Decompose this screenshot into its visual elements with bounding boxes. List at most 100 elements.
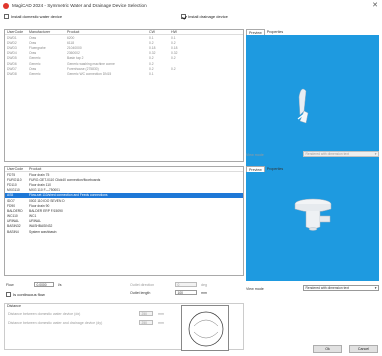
table-cell: Basin tap 2: [67, 56, 84, 61]
distance-dy-input[interactable]: 250: [139, 320, 153, 325]
table-cell: 0.2: [149, 40, 154, 45]
table-cell: IDO7: [7, 198, 15, 203]
table-row[interactable]: DWD8 Generic Generic WC connection DN15 0.1: [5, 71, 243, 76]
flow-label: Flow: [6, 283, 14, 287]
table-cell: DWD3: [7, 45, 17, 50]
table-cell: Oras: [29, 51, 37, 56]
table-cell: MXG110: [7, 188, 20, 193]
list-item[interactable]: BASIN4 System washbasin: [5, 229, 243, 234]
install-drainage-label: Install drainage device: [188, 14, 228, 19]
install-water-label: Install domestic water device: [11, 14, 63, 19]
upper-view-mode-label: View mode: [246, 153, 264, 157]
app-logo-icon: [3, 2, 9, 9]
table-cell: FURO-GET-0110 Click40 connection/floorbo…: [29, 177, 101, 182]
table-cell: 0.32: [149, 51, 156, 56]
install-water-checkbox[interactable]: Install domestic water device: [4, 14, 62, 19]
table-cell: Oras: [29, 35, 37, 40]
distance-dx-label: Distance between domestic water device (…: [8, 312, 81, 316]
table-cell: 0.2: [171, 56, 176, 61]
lower-view-mode-select[interactable]: Rendered with dimension text: [303, 285, 379, 291]
table-cell: URINAL: [7, 219, 20, 224]
table-cell: 0.2: [149, 56, 154, 61]
close-icon[interactable]: ✕: [372, 1, 378, 9]
table-cell: BALDERD: [7, 208, 23, 213]
distance-dx-input[interactable]: 250: [139, 311, 153, 316]
lower-3d-viewport[interactable]: [246, 172, 379, 281]
table-cell: DWD5: [7, 56, 17, 61]
col-cw[interactable]: CW: [147, 30, 169, 34]
distance-dy-unit: mm: [158, 321, 164, 325]
domestic-water-device-list[interactable]: UserCode Manufacturer Product CW HW DWD1…: [4, 29, 244, 162]
table-cell: DWD1: [7, 35, 17, 40]
table-cell: Generic: [29, 71, 41, 76]
table-cell: 6200: [67, 35, 75, 40]
col-product-lower[interactable]: Product: [27, 167, 177, 171]
distance-dy-label: Distance between domestic water and drai…: [8, 321, 103, 325]
drainage-device-list[interactable]: UserCode Product FD75 Floor drain 75 FURO1…: [4, 166, 244, 276]
table-cell: BALDER ERP F/15090: [29, 208, 63, 213]
lower-view-mode-label: View mode: [246, 287, 264, 291]
table-cell: 0.18: [149, 45, 156, 50]
table-cell: WASHBASIN32: [29, 224, 53, 229]
col-manufacturer[interactable]: Manufacturer: [27, 30, 65, 34]
table-cell: 0.1: [171, 35, 176, 40]
table-cell: WC1: [29, 214, 37, 219]
upper-view-mode-select[interactable]: Rendered with dimension text: [303, 151, 379, 157]
flow-input[interactable]: 0.0000: [34, 282, 54, 287]
outlet-direction-label: Outlet direction: [130, 283, 155, 287]
table-cell: FD110: [7, 182, 17, 187]
outlet-length-input[interactable]: 100: [175, 290, 197, 295]
ok-button[interactable]: Ok: [313, 345, 342, 353]
table-cell: DWD6: [7, 61, 17, 66]
col-hw[interactable]: HW: [169, 30, 189, 34]
continuous-flow-check-box[interactable]: [6, 292, 11, 297]
table-cell: 0.2: [149, 61, 154, 66]
lower-preview-panel: Preview Properties: [246, 166, 379, 281]
table-cell: URINAL: [29, 219, 42, 224]
table-cell: 0.32: [171, 51, 178, 56]
table-cell: BASIN32: [7, 224, 21, 229]
table-cell: 0.1: [149, 71, 154, 76]
table-cell: Flow-set 110/shed connection and Feeds c…: [29, 193, 108, 198]
outlet-length-unit: mm: [201, 291, 207, 295]
table-cell: 0.2: [149, 66, 154, 71]
install-drainage-checkbox[interactable]: Install drainage device: [181, 14, 228, 19]
table-cell: Oras: [29, 66, 37, 71]
table-cell: System washbasin: [29, 229, 57, 234]
col-product[interactable]: Product: [65, 30, 115, 34]
table-cell: DWD2: [7, 40, 17, 45]
table-cell: FD75: [7, 172, 16, 177]
table-cell: 21040000: [67, 45, 82, 50]
table-cell: MXG 110 F—750001: [29, 188, 60, 193]
outlet-length-label: Outlet length: [130, 291, 151, 295]
table-cell: Generic: [29, 61, 41, 66]
table-cell: BASIN4: [7, 229, 19, 234]
cancel-button[interactable]: Cancel: [349, 345, 378, 353]
col-usercode[interactable]: UserCode: [5, 30, 27, 34]
install-drainage-check-box[interactable]: [181, 14, 186, 19]
table-cell: Floor drain 75: [29, 172, 50, 177]
distance-diagram: [181, 305, 229, 351]
table-cell: 2360002: [67, 51, 80, 56]
table-cell: 0002 110 IDO SEVEN D: [29, 198, 65, 203]
table-cell: Oras: [29, 40, 37, 45]
table-cell: WC110: [7, 214, 18, 219]
upper-preview-panel: Preview Properties: [246, 29, 379, 174]
col-usercode-lower[interactable]: UserCode: [5, 167, 27, 171]
outlet-direction-input[interactable]: 0: [175, 282, 197, 287]
table-cell: Floor drain 110: [29, 182, 51, 187]
table-cell: 6118: [67, 40, 75, 45]
table-cell: 0.2: [171, 40, 176, 45]
outlet-direction-unit: deg: [201, 283, 207, 287]
table-cell: FD90: [7, 203, 16, 208]
table-cell: 0.2: [171, 66, 176, 71]
table-cell: Generic WC connection DN15: [67, 71, 112, 76]
floor-drain-model-icon: [294, 198, 332, 231]
window-title: MagiCAD 2024 - Symmetric Water and Drain…: [12, 3, 147, 8]
continuous-flow-checkbox[interactable]: Is continuous flow: [6, 292, 45, 297]
table-cell: DWD8: [7, 71, 17, 76]
flow-unit: l/s: [58, 283, 62, 287]
table-cell: 0.18: [171, 45, 178, 50]
distance-diagram-icon: [188, 311, 224, 347]
install-water-check-box[interactable]: [4, 14, 9, 19]
